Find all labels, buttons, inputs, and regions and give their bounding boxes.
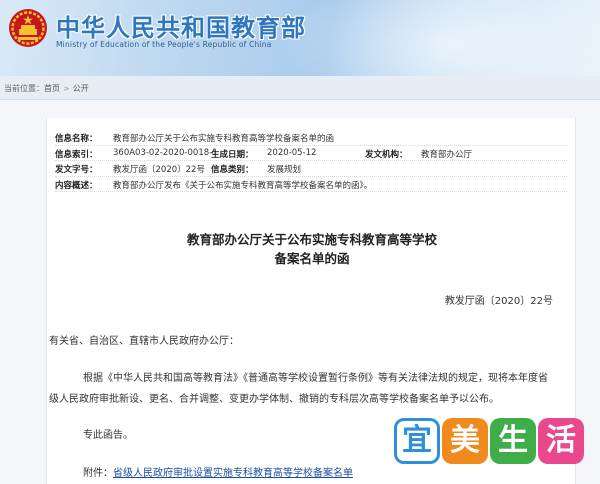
info-name-value: 教育部办公厅关于公布实施专科教育高等学校备案名单的函 xyxy=(113,134,335,144)
breadcrumb-separator: > xyxy=(63,84,70,93)
issuer-value: 教育部办公厅 xyxy=(421,149,473,160)
date-label: 生成日期： xyxy=(211,149,254,160)
national-emblem-icon xyxy=(9,9,47,47)
document-body: 根据《中华人民共和国高等教育法》《普通高等学校设置暂行条例》等有关法律法规的规定… xyxy=(49,373,548,405)
watermark-char-1: 宜 xyxy=(394,418,440,464)
doc-no-label: 发文字号： xyxy=(55,165,98,175)
watermark-char-4: 活 xyxy=(538,418,584,464)
meta-row-index: 信息索引： 360A03-02-2020-0018-1 生成日期： 2020-0… xyxy=(55,146,567,161)
meta-row-docno: 发文字号： 教发厅函〔2020〕22号 信息类别： 发展规划 xyxy=(55,161,567,177)
breadcrumb-current-link[interactable]: 公开 xyxy=(73,84,89,93)
document-attachment: 附件：省级人民政府审批设置实施专科教育高等学校备案名单 xyxy=(83,464,353,479)
site-title: 中华人民共和国教育部 xyxy=(56,14,306,42)
watermark-char-3: 生 xyxy=(490,418,536,464)
site-subtitle: Ministry of Education of the People's Re… xyxy=(56,40,272,49)
header-glow xyxy=(280,0,600,76)
category-value: 发展规划 xyxy=(267,165,302,175)
attachment-link[interactable]: 省级人民政府审批设置实施专科教育高等学校备案名单 xyxy=(113,468,353,479)
attachment-label: 附件： xyxy=(83,468,113,479)
document-addressee: 有关省、自治区、直辖市人民政府办公厅： xyxy=(49,336,239,347)
watermark-char-2: 美 xyxy=(442,418,488,464)
issuer-label: 发文机构： xyxy=(365,149,408,160)
doc-no-value: 教发厅函〔2020〕22号 xyxy=(113,165,205,175)
watermark-logo: 宜 美 生 活 xyxy=(390,418,590,468)
index-label: 信息索引： xyxy=(55,149,98,160)
breadcrumb: 当前位置：首页 > 公开 xyxy=(0,76,600,100)
date-value: 2020-05-12 xyxy=(267,147,317,158)
meta-row-summary: 内容概述： 教育部办公厅发布《关于公布实施专科教育高等学校备案名单的函》。 xyxy=(55,177,567,192)
metadata-table: 信息名称： 教育部办公厅关于公布实施专科教育高等学校备案名单的函 信息索引： 3… xyxy=(55,130,567,192)
document-title: 教育部办公厅关于公布实施专科教育高等学校 备案名单的函 xyxy=(47,230,577,268)
site-header: 中华人民共和国教育部 Ministry of Education of the … xyxy=(0,0,600,76)
summary-label: 内容概述： xyxy=(55,180,98,191)
summary-value: 教育部办公厅发布《关于公布实施专科教育高等学校备案名单的函》。 xyxy=(113,180,373,191)
breadcrumb-prefix: 当前位置： xyxy=(4,84,44,93)
document-title-line2: 备案名单的函 xyxy=(274,251,350,266)
info-name-label: 信息名称： xyxy=(55,134,98,144)
document-closing: 专此函告。 xyxy=(83,430,133,441)
meta-row-name: 信息名称： 教育部办公厅关于公布实施专科教育高等学校备案名单的函 xyxy=(55,130,567,146)
document-title-line1: 教育部办公厅关于公布实施专科教育高等学校 xyxy=(186,232,437,247)
category-label: 信息类别： xyxy=(211,165,254,175)
index-value: 360A03-02-2020-0018-1 xyxy=(113,147,218,158)
document-number: 教发厅函〔2020〕22号 xyxy=(444,296,553,307)
breadcrumb-home-link[interactable]: 首页 xyxy=(44,84,60,93)
